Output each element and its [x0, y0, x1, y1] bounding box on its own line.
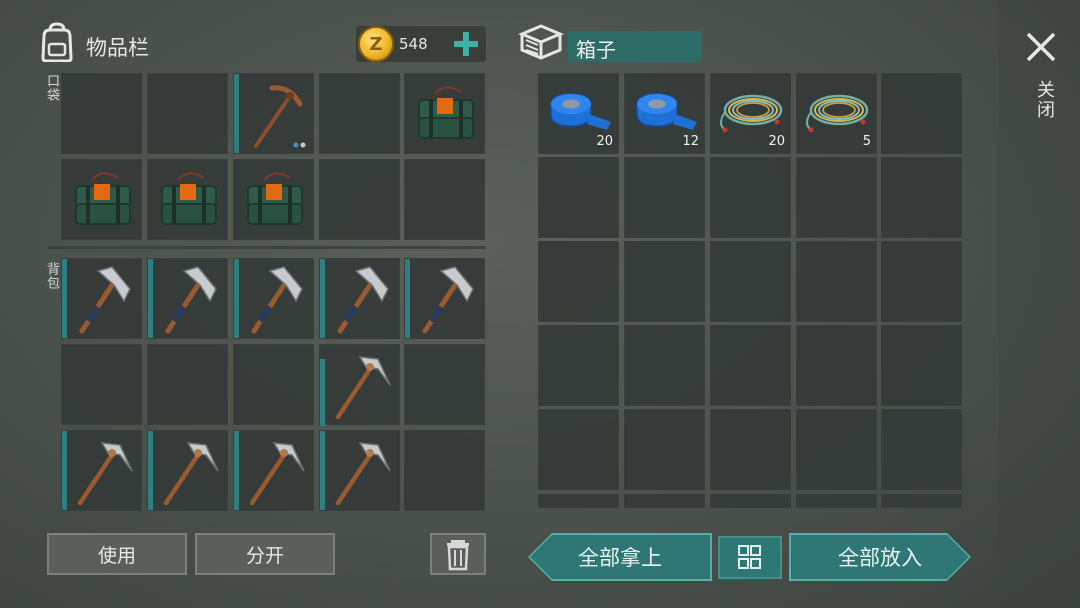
- explosive-charge-icon: [418, 86, 474, 139]
- backpack-slot-pickaxe[interactable]: [147, 430, 228, 511]
- section-divider: [48, 246, 486, 249]
- pocket-slot-empty[interactable]: [319, 159, 400, 240]
- close-icon[interactable]: [1024, 30, 1058, 64]
- box-slot-empty[interactable]: [710, 409, 791, 490]
- trash-button[interactable]: [430, 533, 486, 575]
- stone-pickaxe-icon: [335, 356, 391, 420]
- close-label[interactable]: 关闭: [1031, 80, 1057, 120]
- backpack-slot-hammer[interactable]: [233, 258, 314, 339]
- explosive-charge-icon: [247, 172, 303, 225]
- pocket-slot-explosive[interactable]: [404, 73, 485, 154]
- stone-hammer-icon: [251, 266, 303, 334]
- backpack-slot-empty[interactable]: [404, 344, 485, 425]
- box-slot-wire[interactable]: 5: [796, 73, 877, 154]
- box-slot-tape[interactable]: 20: [538, 73, 619, 154]
- box-slot-wire[interactable]: 20: [710, 73, 791, 154]
- item-quantity: 20: [596, 134, 613, 149]
- box-slot-empty[interactable]: [796, 494, 877, 508]
- box-slot-empty[interactable]: [881, 409, 962, 490]
- pocket-slot-empty[interactable]: [404, 159, 485, 240]
- coin-count: 548: [399, 35, 428, 53]
- pocket-slot-pickaxe[interactable]: [233, 73, 314, 154]
- trash-icon: [447, 540, 469, 571]
- backpack-slot-pickaxe[interactable]: [319, 344, 400, 426]
- stone-hammer-icon: [422, 266, 474, 334]
- container-title: 箱子: [576, 38, 616, 62]
- backpack-label: 背包: [44, 262, 59, 290]
- put-all-button[interactable]: 全部放入: [791, 535, 969, 579]
- box-slot-empty[interactable]: [796, 157, 877, 238]
- box-slot-empty[interactable]: [796, 241, 877, 322]
- backpack-slot-hammer[interactable]: [319, 258, 400, 339]
- backpack-slot-hammer[interactable]: [61, 258, 142, 339]
- box-slot-empty[interactable]: [796, 325, 877, 406]
- box-slot-tape[interactable]: 12: [624, 73, 705, 154]
- pocket-slot-empty[interactable]: [61, 73, 142, 154]
- box-slot-empty[interactable]: [796, 409, 877, 490]
- use-button[interactable]: 使用: [47, 533, 187, 575]
- box-icon: [518, 24, 564, 60]
- pocket-label: 口袋: [44, 74, 59, 102]
- backpack-slot-empty[interactable]: [147, 344, 228, 425]
- pocket-slot-empty[interactable]: [319, 73, 400, 154]
- box-slot-empty[interactable]: [881, 241, 962, 322]
- box-slot-empty[interactable]: [538, 494, 619, 508]
- wooden-pickaxe-icon: [254, 85, 306, 148]
- stone-pickaxe-icon: [163, 442, 219, 506]
- box-slot-empty[interactable]: [710, 157, 791, 238]
- pocket-slot-explosive[interactable]: [147, 159, 228, 240]
- explosive-charge-icon: [161, 172, 217, 225]
- box-slot-empty[interactable]: [538, 325, 619, 406]
- box-slot-empty[interactable]: [624, 494, 705, 508]
- item-quantity: 20: [768, 134, 785, 149]
- stone-pickaxe-icon: [249, 442, 305, 506]
- add-coins-button[interactable]: [452, 30, 480, 58]
- stone-hammer-icon: [337, 266, 389, 334]
- backpack-slot-empty[interactable]: [233, 344, 314, 425]
- backpack-slot-pickaxe[interactable]: [233, 430, 314, 511]
- backpack-slot-hammer[interactable]: [147, 258, 228, 339]
- pocket-slot-explosive[interactable]: [61, 159, 142, 240]
- pocket-slot-empty[interactable]: [147, 73, 228, 154]
- sort-grid-button[interactable]: [718, 536, 782, 579]
- pocket-slot-explosive[interactable]: [233, 159, 314, 240]
- stone-hammer-icon: [165, 266, 217, 334]
- box-slot-empty[interactable]: [538, 157, 619, 238]
- box-slot-empty[interactable]: [538, 409, 619, 490]
- take-all-button[interactable]: 全部拿上: [530, 535, 710, 579]
- box-slot-empty[interactable]: [538, 241, 619, 322]
- inventory-title: 物品栏: [86, 36, 149, 60]
- box-slot-empty[interactable]: [624, 241, 705, 322]
- box-slot-empty[interactable]: [881, 325, 962, 406]
- box-slot-empty[interactable]: [710, 241, 791, 322]
- box-slot-empty[interactable]: [710, 325, 791, 406]
- box-slot-empty[interactable]: [710, 494, 791, 508]
- coin-icon: Z: [358, 26, 394, 62]
- backpack-icon: [41, 22, 73, 62]
- item-quantity: 5: [862, 134, 871, 149]
- box-slot-empty[interactable]: [881, 157, 962, 238]
- stone-pickaxe-icon: [335, 442, 391, 506]
- backpack-slot-empty[interactable]: [404, 430, 485, 511]
- box-slot-empty[interactable]: [624, 409, 705, 490]
- item-quantity: 12: [682, 134, 699, 149]
- box-slot-empty[interactable]: [881, 73, 962, 154]
- box-slot-empty[interactable]: [624, 325, 705, 406]
- split-button[interactable]: 分开: [195, 533, 335, 575]
- coin-symbol: Z: [369, 33, 383, 55]
- stone-hammer-icon: [79, 266, 131, 334]
- backpack-slot-empty[interactable]: [61, 344, 142, 425]
- backpack-slot-hammer[interactable]: [404, 258, 485, 339]
- backpack-slot-pickaxe[interactable]: [61, 430, 142, 511]
- box-slot-empty[interactable]: [881, 494, 962, 508]
- grid-icon: [738, 545, 761, 569]
- explosive-charge-icon: [75, 172, 131, 225]
- stone-pickaxe-icon: [77, 442, 133, 506]
- backpack-slot-pickaxe[interactable]: [319, 430, 400, 511]
- box-slot-empty[interactable]: [624, 157, 705, 238]
